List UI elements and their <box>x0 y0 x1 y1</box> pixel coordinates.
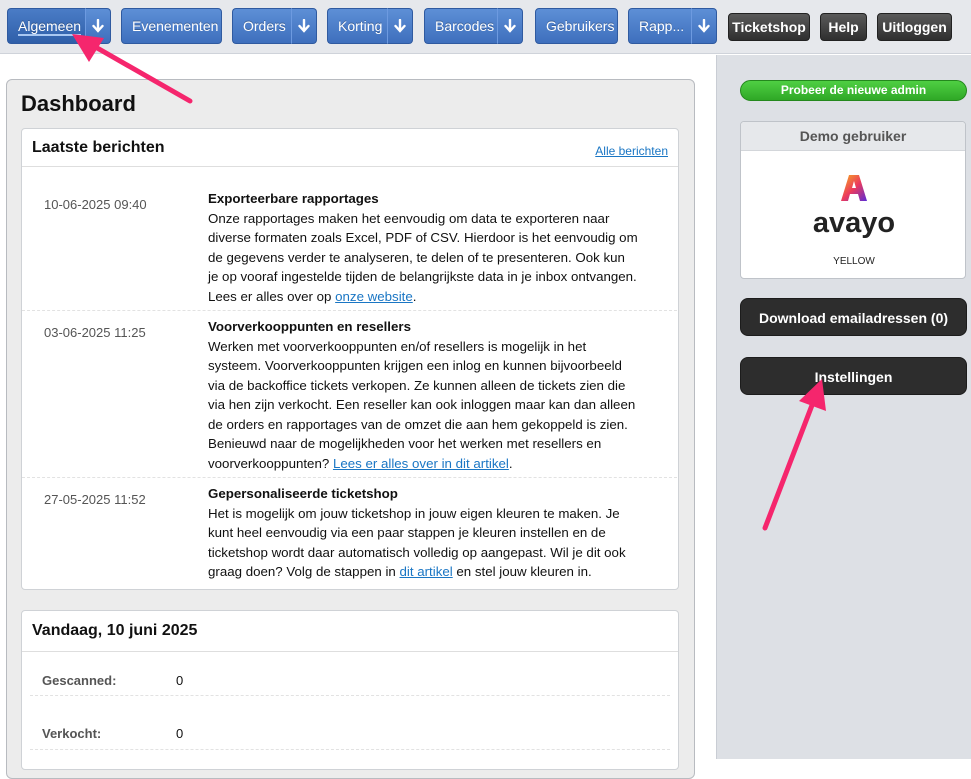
stat-divider <box>30 749 670 750</box>
message-title: Exporteerbare rapportages <box>208 191 379 206</box>
demo-user-title: Demo gebruiker <box>741 122 965 151</box>
message-body: Exporteerbare rapportages Onze rapportag… <box>208 189 638 306</box>
settings-button[interactable]: Instellingen <box>740 357 967 395</box>
message-date: 27-05-2025 11:52 <box>44 492 146 507</box>
nav-group-korting: Korting <box>327 8 413 44</box>
stat-label: Verkocht: <box>42 726 102 741</box>
demo-user-card: Demo gebruiker avayo YELLOW <box>740 121 966 279</box>
avayo-logo-icon <box>841 175 867 201</box>
today-panel-header: Vandaag, 10 juni 2025 <box>22 611 678 652</box>
today-panel: Vandaag, 10 juni 2025 Gescanned: 0 Verko… <box>21 610 679 770</box>
message-text: Onze rapportages maken het eenvoudig om … <box>208 209 638 307</box>
nav-algemeen-dropdown-arrow-icon[interactable] <box>85 8 111 44</box>
message-link[interactable]: dit artikel <box>400 564 453 579</box>
nav-korting-dropdown-arrow-icon[interactable] <box>387 8 413 44</box>
demo-logo: avayo <box>741 174 965 240</box>
message-date: 10-06-2025 09:40 <box>44 197 147 212</box>
demo-user-name: YELLOW <box>833 256 875 267</box>
nav-group-evenementen: Evenementen <box>121 8 222 44</box>
nav-gebruikers-button[interactable]: Gebruikers <box>535 8 618 44</box>
message-divider <box>22 310 677 311</box>
logout-button[interactable]: Uitloggen <box>877 13 952 41</box>
messages-panel: Laatste berichten Alle berichten 10-06-2… <box>21 128 679 590</box>
message-text-content: Onze rapportages maken het eenvoudig om … <box>208 210 638 304</box>
message-body: Voorverkooppunten en resellers Werken me… <box>208 317 638 473</box>
nav-group-rapportages: Rapp... <box>628 8 717 44</box>
today-panel-title: Vandaag, 10 juni 2025 <box>32 622 198 639</box>
nav-algemeen-button[interactable]: Algemeen <box>7 8 85 44</box>
message-link[interactable]: Lees er alles over in dit artikel <box>333 456 509 471</box>
nav-orders-dropdown-arrow-icon[interactable] <box>291 8 317 44</box>
try-new-admin-button[interactable]: Probeer de nieuwe admin <box>740 80 967 101</box>
nav-group-algemeen: Algemeen <box>7 8 111 44</box>
message-body: Gepersonaliseerde ticketshop Het is moge… <box>208 484 638 582</box>
nav-group-barcodes: Barcodes <box>424 8 523 44</box>
stat-value: 0 <box>176 726 184 741</box>
nav-rapportages-button[interactable]: Rapp... <box>628 8 691 44</box>
ticketshop-button[interactable]: Ticketshop <box>728 13 810 41</box>
message-date: 03-06-2025 11:25 <box>44 325 146 340</box>
message-text-end: . <box>412 288 417 304</box>
nav-group-orders: Orders <box>232 8 317 44</box>
help-button[interactable]: Help <box>820 13 867 41</box>
message-text-end: en stel jouw kleuren in. <box>452 564 592 579</box>
stat-divider <box>30 695 670 696</box>
nav-group-gebruikers: Gebruikers <box>535 8 618 44</box>
top-navigation-bar: Algemeen Evenementen Orders Korting Barc… <box>0 0 971 54</box>
demo-logo-text: avayo <box>812 207 896 239</box>
messages-panel-header: Laatste berichten Alle berichten <box>22 129 678 167</box>
message-text-end: . <box>508 455 513 471</box>
message-divider <box>22 477 677 478</box>
message-title: Gepersonaliseerde ticketshop <box>208 486 398 501</box>
message-text: Werken met voorverkooppunten en/of resel… <box>208 337 638 474</box>
nav-barcodes-button[interactable]: Barcodes <box>424 8 497 44</box>
message-text: Het is mogelijk om jouw ticketshop in jo… <box>208 504 638 582</box>
nav-rapportages-dropdown-arrow-icon[interactable] <box>691 8 717 44</box>
nav-orders-button[interactable]: Orders <box>232 8 291 44</box>
nav-barcodes-dropdown-arrow-icon[interactable] <box>497 8 523 44</box>
messages-panel-title: Laatste berichten <box>32 139 165 156</box>
download-emails-button[interactable]: Download emailadressen (0) <box>740 298 967 336</box>
page-title: Dashboard <box>21 91 136 116</box>
stat-label: Gescanned: <box>42 673 117 688</box>
all-messages-link[interactable]: Alle berichten <box>595 144 668 158</box>
nav-korting-button[interactable]: Korting <box>327 8 387 44</box>
message-link[interactable]: onze website <box>335 289 413 304</box>
message-title: Voorverkooppunten en resellers <box>208 319 411 334</box>
stat-value: 0 <box>176 673 184 688</box>
nav-evenementen-button[interactable]: Evenementen <box>121 8 222 44</box>
message-text-content: Werken met voorverkooppunten en/of resel… <box>208 338 636 471</box>
